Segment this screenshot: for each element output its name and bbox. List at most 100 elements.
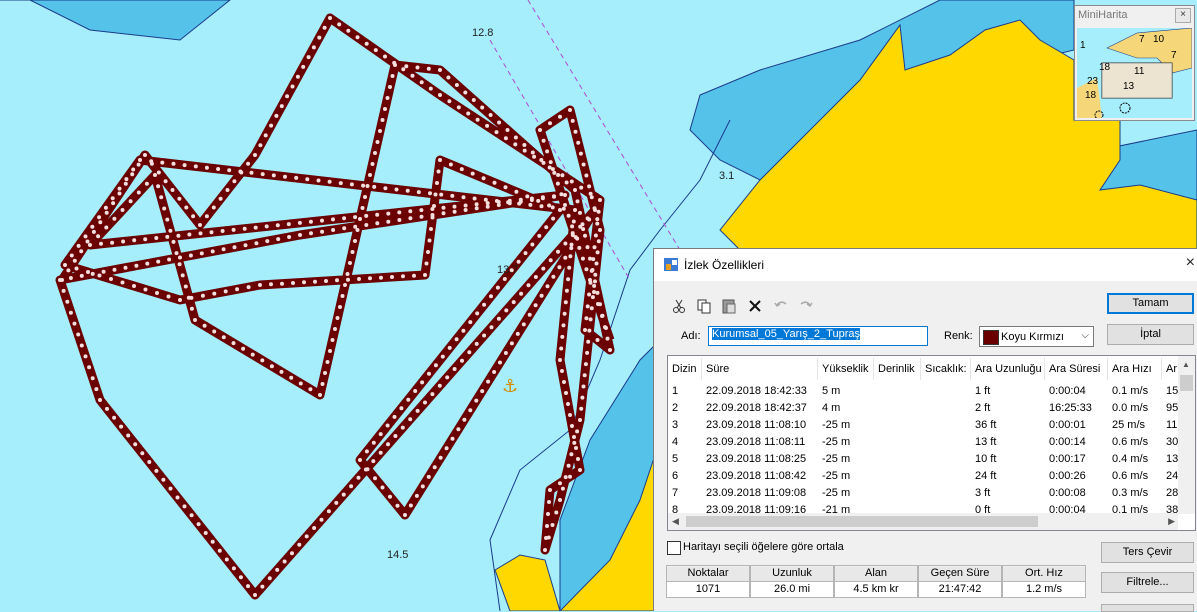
column-header[interactable]: Ara Uzunluğu — [971, 358, 1045, 380]
track-point — [238, 575, 243, 580]
delete-icon[interactable] — [746, 297, 764, 315]
mm-label: 1 — [1080, 40, 1086, 51]
track-point — [405, 188, 410, 193]
scroll-left-icon[interactable]: ◀ — [672, 516, 679, 527]
scroll-thumb[interactable] — [1180, 375, 1193, 391]
track-point — [356, 475, 361, 480]
track-properties-dialog[interactable]: İzlek Özellikleri × Tamam İptal Adı: Kur… — [653, 248, 1197, 612]
table-row[interactable]: 6 23.09.2018 11:08:42 -25 m 24 ft 0:00:26 0.6… — [668, 468, 1178, 485]
track-point — [156, 170, 161, 175]
track-point — [274, 113, 279, 118]
track-point — [311, 45, 316, 50]
scroll-right-icon[interactable]: ▶ — [1168, 516, 1175, 527]
table-cell: 3 ft — [975, 487, 991, 499]
track-point — [585, 304, 590, 309]
scroll-up-icon[interactable]: ▲ — [1182, 360, 1190, 369]
ok-button[interactable]: Tamam — [1107, 293, 1194, 314]
track-point — [312, 526, 317, 530]
color-select[interactable]: Koyu Kırmızı ⌵ — [979, 326, 1094, 347]
track-point — [63, 263, 67, 267]
track-point — [306, 55, 311, 60]
track-point — [548, 160, 553, 165]
anchor-icon[interactable]: ⚓ — [502, 376, 518, 397]
track-point — [545, 284, 550, 289]
dialog-titlebar[interactable]: İzlek Özellikleri × — [654, 249, 1197, 281]
track-point — [495, 285, 500, 290]
track-point — [576, 457, 580, 461]
track-point — [521, 322, 526, 327]
track-point — [492, 370, 497, 374]
track-point — [246, 584, 250, 589]
table-row[interactable]: 1 22.09.2018 18:42:33 5 m 1 ft 0:00:04 0.1 m/… — [668, 383, 1178, 400]
track-point — [428, 191, 432, 196]
track-point — [160, 160, 165, 165]
table-cell — [921, 468, 971, 485]
redo-icon[interactable] — [797, 297, 815, 315]
reverse-button[interactable]: Ters Çevir — [1101, 542, 1194, 563]
center-map-checkbox[interactable] — [667, 541, 681, 555]
track-point — [440, 354, 445, 359]
track-point — [596, 302, 600, 306]
track-point — [569, 179, 574, 184]
close-icon[interactable]: × — [1186, 254, 1195, 272]
table-cell: 6 — [672, 470, 679, 482]
track-point — [523, 251, 528, 256]
table-cell — [921, 400, 971, 417]
table-row[interactable]: 4 23.09.2018 11:08:11 -25 m 13 ft 0:00:14 0.6… — [668, 434, 1178, 451]
cut-icon[interactable] — [670, 297, 688, 315]
dialog-title: İzlek Özellikleri — [684, 258, 765, 272]
track-point — [165, 217, 170, 222]
paste-icon[interactable] — [720, 297, 738, 315]
scroll-thumb-horizontal[interactable] — [686, 516, 1038, 527]
track-point — [279, 104, 284, 109]
mini-map-preview[interactable]: 1 7 10 7 18 11 23 13 18 — [1077, 28, 1192, 118]
track-point — [544, 225, 549, 230]
column-header[interactable]: Sıcaklık: — [921, 358, 971, 380]
column-header[interactable]: Yükseklik — [818, 358, 874, 380]
track-point — [76, 332, 81, 337]
stat-label: Uzunluk — [751, 567, 833, 582]
column-header[interactable]: Dizin — [668, 358, 702, 380]
track-point — [573, 208, 577, 212]
undo-icon[interactable] — [772, 297, 790, 315]
stat-box: Alan 4.5 km kr — [834, 565, 918, 598]
column-header[interactable]: Ara Süresi — [1045, 358, 1108, 380]
table-cell: 5 m — [822, 385, 841, 397]
mini-map[interactable]: MiniHarita × 1 7 10 7 18 11 23 13 18 — [1074, 5, 1195, 121]
track-point — [286, 222, 291, 227]
track-point — [533, 303, 538, 308]
column-header[interactable]: Derinlik — [874, 358, 921, 380]
track-point — [401, 274, 405, 279]
table-cell: 0:00:04 — [1049, 385, 1086, 397]
track-point — [579, 185, 584, 190]
track-point — [305, 177, 310, 182]
track-point — [414, 493, 419, 498]
track-point — [295, 74, 300, 79]
track-point — [415, 65, 420, 70]
copy-icon[interactable] — [695, 297, 713, 315]
name-input[interactable]: Kurumsal_05_Yarış_2_Tupraş — [708, 326, 928, 346]
track-point — [494, 130, 499, 135]
table-row[interactable]: 3 23.09.2018 11:08:10 -25 m 36 ft 0:00:01 25 … — [668, 417, 1178, 434]
filter-button[interactable]: Filtrele... — [1101, 572, 1194, 593]
track-point — [326, 509, 331, 514]
vertical-scrollbar[interactable]: ▲ — [1178, 356, 1195, 514]
track-point — [355, 228, 360, 232]
table-row[interactable]: 5 23.09.2018 11:08:25 -25 m 10 ft 0:00:17 0.4… — [668, 451, 1178, 468]
table-cell: 23.09.2018 11:08:10 — [706, 419, 807, 431]
track-point — [423, 400, 427, 405]
depth-label: 12.8 — [472, 27, 494, 39]
track-point — [584, 267, 589, 272]
horizontal-scrollbar[interactable]: ◀ ▶ — [668, 513, 1178, 530]
table-row[interactable]: 7 23.09.2018 11:09:08 -25 m 3 ft 0:00:08 0.3 … — [668, 485, 1178, 502]
column-header[interactable]: Ara Hızı — [1108, 358, 1162, 380]
table-cell: 0.0 m/s — [1112, 402, 1149, 414]
track-points-table[interactable]: Dizin Süre Yükseklik Derinlik Sıcaklık: Ara U… — [667, 355, 1196, 531]
track-point — [560, 486, 565, 491]
table-row[interactable]: 2 22.09.2018 18:42:37 4 m 2 ft 16:25:33 0.0 m… — [668, 400, 1178, 417]
column-header[interactable]: Süre — [702, 358, 818, 380]
track-point — [170, 188, 175, 192]
track-point — [275, 567, 280, 572]
cancel-button[interactable]: İptal — [1107, 324, 1194, 345]
mini-map-close-button[interactable]: × — [1175, 8, 1191, 23]
